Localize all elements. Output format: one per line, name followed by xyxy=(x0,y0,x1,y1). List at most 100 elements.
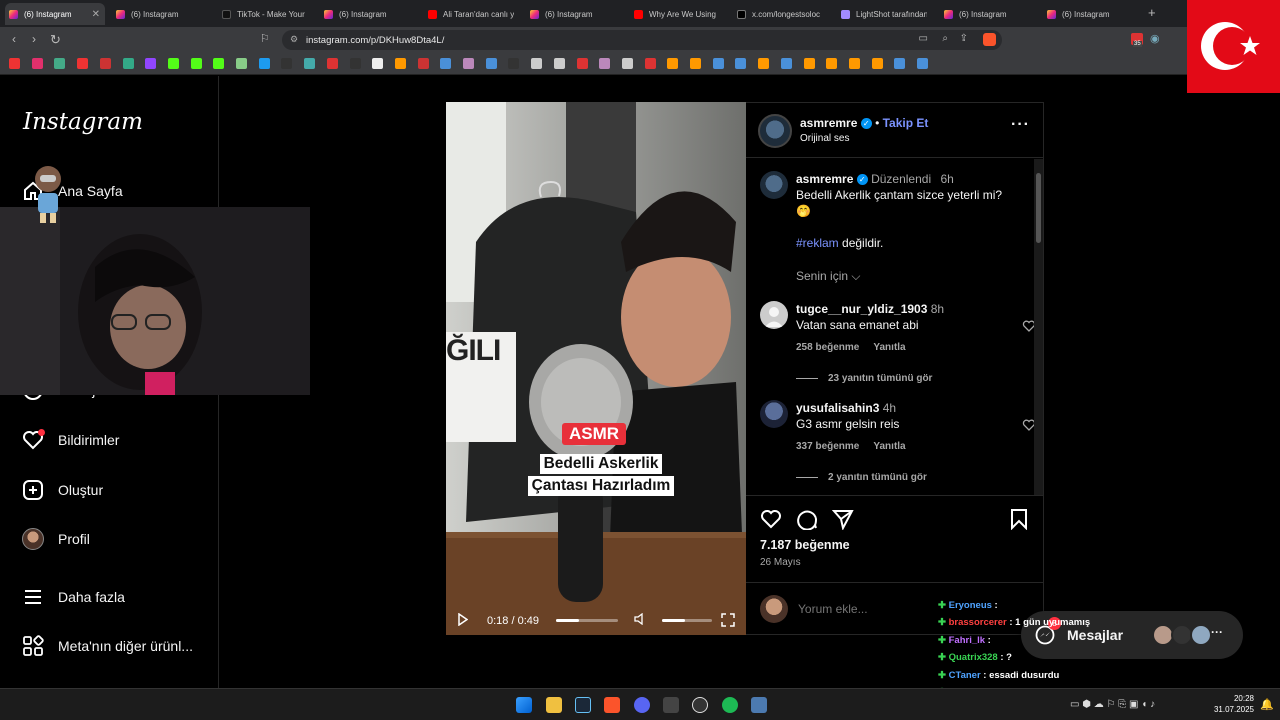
share-icon[interactable] xyxy=(832,508,854,530)
bookmark-favicon-icon[interactable] xyxy=(326,58,338,69)
bookmark-favicon-icon[interactable] xyxy=(167,58,179,69)
bookmark-favicon-icon[interactable] xyxy=(145,58,157,69)
tray-icons[interactable]: ▭ ⬢ ☁ ⚐ ⎘ ▣ ◖ ♪ xyxy=(1070,699,1155,710)
zoom-icon[interactable]: ⌕ xyxy=(942,33,948,44)
bookmark-favicon-icon[interactable] xyxy=(599,58,611,69)
bookmark-favicon-icon[interactable] xyxy=(803,58,815,69)
bookmark-favicon-icon[interactable] xyxy=(667,58,679,69)
save-bookmark-icon[interactable] xyxy=(1009,508,1029,530)
bookmark-favicon-icon[interactable] xyxy=(644,58,656,69)
bookmark-favicon-icon[interactable] xyxy=(99,58,111,69)
brave-shield-icon[interactable] xyxy=(983,33,996,46)
site-settings-icon[interactable]: ⚙ xyxy=(290,34,298,45)
comment-likes[interactable]: 258 beğenme xyxy=(796,342,859,353)
bookmark-favicon-icon[interactable] xyxy=(349,58,361,69)
comment-icon[interactable] xyxy=(796,508,818,530)
commenter-avatar[interactable] xyxy=(760,400,788,428)
hashtag-link[interactable]: #reklam xyxy=(796,236,839,250)
cast-icon[interactable]: ▭ xyxy=(919,33,928,44)
nav-more[interactable]: Daha fazla xyxy=(22,586,125,608)
tab-7[interactable]: x.com/longestsoloc xyxy=(733,3,825,25)
follow-button[interactable]: Takip Et xyxy=(883,116,929,130)
tab-2[interactable]: TikTok - Make Your xyxy=(218,3,308,25)
comment-likes[interactable]: 337 beğenme xyxy=(796,441,859,452)
volume-slider[interactable] xyxy=(662,619,712,622)
play-icon[interactable] xyxy=(458,613,468,626)
bookmark-favicon-icon[interactable] xyxy=(917,58,928,69)
bookmark-favicon-icon[interactable] xyxy=(894,58,906,69)
reply-button[interactable]: Yanıtla xyxy=(873,342,905,353)
bookmark-favicon-icon[interactable] xyxy=(871,58,883,69)
bookmark-favicon-icon[interactable] xyxy=(213,58,225,69)
bookmark-favicon-icon[interactable] xyxy=(236,58,247,69)
tab-10[interactable]: (6) Instagram xyxy=(1043,3,1143,25)
notification-center-icon[interactable]: 🔔 xyxy=(1260,698,1274,711)
bookmark-favicon-icon[interactable] xyxy=(54,58,66,69)
bookmark-favicon-icon[interactable] xyxy=(258,58,270,69)
likes-count[interactable]: 7.187 beğenme xyxy=(760,538,850,552)
nav-create[interactable]: Oluştur xyxy=(22,479,103,501)
reply-button[interactable]: Yanıtla xyxy=(873,441,905,452)
bookmark-favicon-icon[interactable] xyxy=(576,58,588,69)
bookmark-favicon-icon[interactable] xyxy=(281,58,293,69)
bookmark-favicon-icon[interactable] xyxy=(190,58,202,69)
bookmark-favicon-icon[interactable] xyxy=(417,58,429,69)
discord-icon[interactable] xyxy=(634,697,650,713)
video-progress-bar[interactable] xyxy=(556,619,618,622)
bookmark-favicon-icon[interactable] xyxy=(735,58,747,69)
tab-9[interactable]: (6) Instagram xyxy=(940,3,1040,25)
bookmark-favicon-icon[interactable] xyxy=(440,58,452,69)
close-tab-icon[interactable]: ✕ xyxy=(92,9,100,20)
comment-username[interactable]: yusufalisahin3 xyxy=(796,401,879,415)
tab-6[interactable]: Why Are We Using xyxy=(630,3,720,25)
bookmark-favicon-icon[interactable] xyxy=(485,58,497,69)
bookmark-favicon-icon[interactable] xyxy=(77,58,89,69)
like-heart-icon[interactable] xyxy=(760,508,782,530)
bookmark-favicon-icon[interactable] xyxy=(531,58,543,69)
bookmark-favicon-icon[interactable] xyxy=(826,58,838,69)
bookmark-favicon-icon[interactable] xyxy=(553,58,565,69)
bookmark-icon[interactable]: ⚐ xyxy=(260,32,270,45)
commenter-avatar[interactable] xyxy=(760,301,788,329)
app-icon[interactable] xyxy=(663,697,679,713)
obs-icon[interactable] xyxy=(692,697,708,713)
sort-dropdown[interactable]: Senin için ⌵ xyxy=(796,269,860,284)
share-icon[interactable]: ⇪ xyxy=(960,33,968,44)
fullscreen-icon[interactable] xyxy=(721,613,735,627)
view-replies-link[interactable]: 2 yanıtın tümünü gör xyxy=(796,472,927,483)
bookmark-favicon-icon[interactable] xyxy=(31,58,43,69)
bookmark-favicon-icon[interactable] xyxy=(463,58,474,69)
caption-username[interactable]: asmremre xyxy=(796,172,853,186)
tab-3[interactable]: (6) Instagram xyxy=(320,3,420,25)
bookmark-favicon-icon[interactable] xyxy=(9,58,20,69)
tab-4[interactable]: Ali Taran'dan canlı y xyxy=(424,3,514,25)
more-options-icon[interactable]: ··· xyxy=(1011,116,1030,134)
audio-label[interactable]: Orijinal ses xyxy=(800,133,849,144)
bookmark-favicon-icon[interactable] xyxy=(372,58,384,69)
bookmark-favicon-icon[interactable] xyxy=(758,58,770,69)
comment-username[interactable]: tugce__nur_yldiz_1903 xyxy=(796,302,927,316)
bookmark-favicon-icon[interactable] xyxy=(712,58,724,69)
spotify-icon[interactable] xyxy=(722,697,738,713)
comments-scrollbar[interactable] xyxy=(1034,159,1043,495)
wifi-icon[interactable]: ◉ xyxy=(1150,32,1160,45)
bookmark-favicon-icon[interactable] xyxy=(304,58,316,69)
forward-icon[interactable]: › xyxy=(32,32,36,46)
reload-icon[interactable]: ↻ xyxy=(50,32,61,48)
url-field[interactable]: ⚙ instagram.com/p/DKHuw8Dta4L/ ▭ ⌕ ⇪ xyxy=(282,30,1002,50)
app-icon[interactable] xyxy=(751,697,767,713)
nav-meta-apps[interactable]: Meta'nın diğer ürünl... xyxy=(22,635,193,657)
caption-author-avatar[interactable] xyxy=(760,171,788,199)
back-icon[interactable]: ‹ xyxy=(12,32,16,46)
start-icon[interactable] xyxy=(516,697,532,713)
post-video[interactable]: ĞILI ASMR Bedelli Askerlik Çantası Hazır… xyxy=(446,102,746,635)
bookmark-favicon-icon[interactable] xyxy=(621,58,633,69)
tab-0[interactable]: (6) Instagram ✕ xyxy=(5,3,105,25)
bookmark-favicon-icon[interactable] xyxy=(690,58,701,69)
author-avatar[interactable] xyxy=(758,114,792,148)
steam-icon[interactable] xyxy=(575,697,591,713)
file-explorer-icon[interactable] xyxy=(546,697,562,713)
brave-icon[interactable] xyxy=(604,697,620,713)
nav-notifications[interactable]: Bildirimler xyxy=(22,429,119,451)
tab-8[interactable]: LightShot tarafından xyxy=(837,3,927,25)
